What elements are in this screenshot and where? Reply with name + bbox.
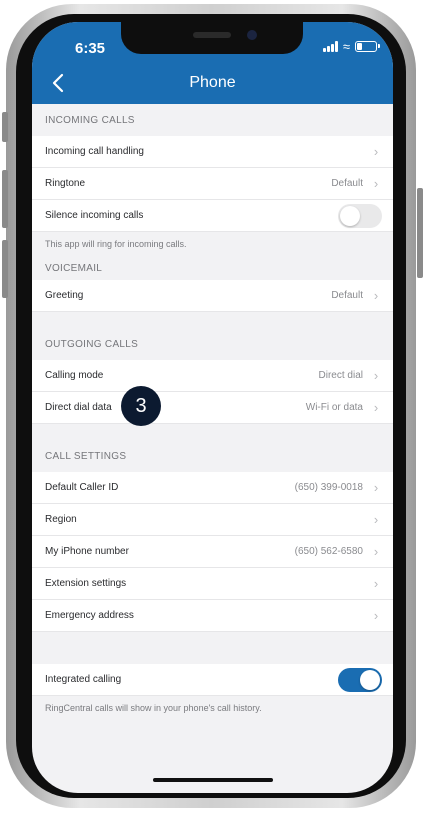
row-integrated-calling: Integrated calling xyxy=(32,664,393,696)
section-header-outgoing-calls: OUTGOING CALLS xyxy=(45,339,139,350)
chevron-right-icon: › xyxy=(373,144,379,159)
row-label: Direct dial data xyxy=(45,402,112,413)
row-value: Default xyxy=(331,178,363,189)
home-indicator[interactable] xyxy=(153,778,273,782)
battery-icon xyxy=(355,41,380,52)
section-header-call-settings: CALL SETTINGS xyxy=(45,451,127,462)
speaker-grille xyxy=(193,32,231,38)
chevron-right-icon: › xyxy=(373,576,379,591)
screen: 6:35 ≈ Phone INCOMING CALLS Incoming cal… xyxy=(32,22,393,793)
row-direct-dial-data[interactable]: Direct dial data Wi-Fi or data › xyxy=(32,392,393,424)
chevron-right-icon: › xyxy=(373,544,379,559)
settings-list: INCOMING CALLS Incoming call handling › … xyxy=(32,104,393,720)
silence-incoming-calls-toggle[interactable] xyxy=(338,203,382,228)
row-default-caller-id[interactable]: Default Caller ID (650) 399-0018 › xyxy=(32,472,393,504)
volume-down-button xyxy=(2,240,8,298)
row-value: Wi-Fi or data xyxy=(305,402,363,413)
row-incoming-call-handling[interactable]: Incoming call handling › xyxy=(32,136,393,168)
page-title: Phone xyxy=(189,74,236,91)
chevron-right-icon: › xyxy=(373,480,379,495)
toggle-knob xyxy=(360,669,380,690)
row-label: Emergency address xyxy=(45,610,134,621)
chevron-right-icon: › xyxy=(373,288,379,303)
mute-switch xyxy=(2,112,8,142)
front-camera xyxy=(247,30,257,40)
row-label: Default Caller ID xyxy=(45,482,119,493)
notch xyxy=(121,22,303,54)
integrated-footnote: RingCentral calls will show in your phon… xyxy=(45,703,262,713)
chevron-right-icon: › xyxy=(373,512,379,527)
row-calling-mode[interactable]: Calling mode Direct dial › xyxy=(32,360,393,392)
app-header: 6:35 ≈ Phone xyxy=(32,22,393,104)
row-silence-incoming-calls: Silence incoming calls xyxy=(32,200,393,232)
row-value: (650) 562-6580 xyxy=(294,546,363,557)
chevron-right-icon: › xyxy=(373,608,379,623)
row-label: Region xyxy=(45,514,77,525)
row-region[interactable]: Region › xyxy=(32,504,393,536)
row-label: Integrated calling xyxy=(45,674,122,685)
row-emergency-address[interactable]: Emergency address › xyxy=(32,600,393,632)
row-greeting[interactable]: Greeting Default › xyxy=(32,280,393,312)
toggle-knob xyxy=(340,205,360,226)
power-button xyxy=(417,188,423,278)
incoming-footnote: This app will ring for incoming calls. xyxy=(45,239,187,249)
step-number-badge: 3 xyxy=(121,386,161,426)
row-ringtone[interactable]: Ringtone Default › xyxy=(32,168,393,200)
row-label: Greeting xyxy=(45,290,84,301)
row-label: Extension settings xyxy=(45,578,127,589)
section-header-incoming-calls: INCOMING CALLS xyxy=(45,115,135,126)
row-value: Direct dial xyxy=(318,370,363,381)
row-extension-settings[interactable]: Extension settings › xyxy=(32,568,393,600)
row-label: My iPhone number xyxy=(45,546,129,557)
status-time: 6:35 xyxy=(75,40,106,57)
status-icons: ≈ xyxy=(322,39,380,54)
wifi-icon: ≈ xyxy=(342,39,350,54)
chevron-right-icon: › xyxy=(373,176,379,191)
row-value: Default xyxy=(331,290,363,301)
integrated-calling-toggle[interactable] xyxy=(338,667,382,692)
row-value: (650) 399-0018 xyxy=(294,482,363,493)
signal-icon xyxy=(322,41,338,52)
volume-up-button xyxy=(2,170,8,228)
row-label: Ringtone xyxy=(45,178,86,189)
row-label: Incoming call handling xyxy=(45,146,144,157)
row-my-iphone-number[interactable]: My iPhone number (650) 562-6580 › xyxy=(32,536,393,568)
row-label: Silence incoming calls xyxy=(45,210,144,221)
section-header-voicemail: VOICEMAIL xyxy=(45,263,103,274)
chevron-right-icon: › xyxy=(373,400,379,415)
chevron-right-icon: › xyxy=(373,368,379,383)
row-label: Calling mode xyxy=(45,370,104,381)
